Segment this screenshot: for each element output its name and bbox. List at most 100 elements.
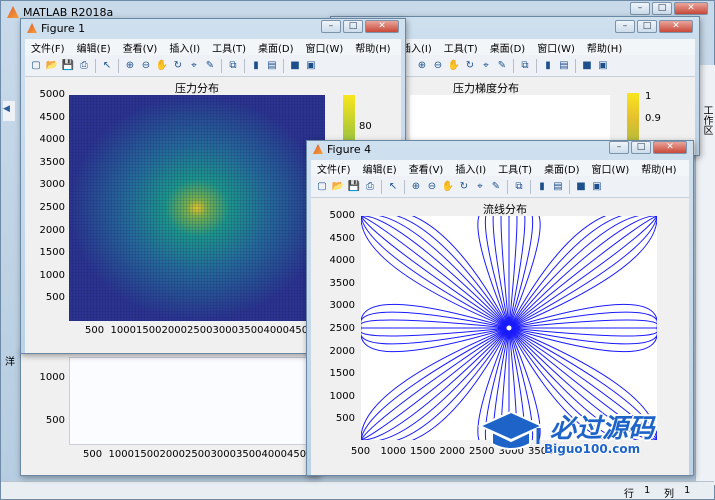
data-cursor-icon[interactable]: ⌖ — [479, 59, 493, 73]
menu-item[interactable]: 桌面(D) — [252, 40, 300, 55]
menu-item[interactable]: 编辑(E) — [71, 40, 117, 55]
x-tick-label: 1000 — [108, 449, 134, 460]
menu-item[interactable]: 帮助(H) — [581, 40, 628, 55]
y-tick-label: 5000 — [329, 210, 355, 221]
menu-item[interactable]: 工具(T) — [438, 40, 484, 55]
link-icon[interactable]: ⧉ — [226, 59, 240, 73]
zoom-out-icon[interactable]: ⊖ — [431, 59, 445, 73]
pan-icon[interactable]: ✋ — [441, 180, 455, 194]
new-figure-icon[interactable]: ▢ — [29, 59, 43, 73]
link-icon[interactable]: ⧉ — [512, 180, 526, 194]
legend-icon[interactable]: ▤ — [557, 59, 571, 73]
zoom-in-icon[interactable]: ⊕ — [123, 59, 137, 73]
figure1-toolbar: ▢ 📂 💾 ⎙ ↖ ⊕ ⊖ ✋ ↻ ⌖ ✎ ⧉ ▮ ▤ ■ ▣ — [25, 55, 401, 77]
menu-item[interactable]: 桌面(D) — [484, 40, 532, 55]
legend-icon[interactable]: ▤ — [551, 180, 565, 194]
workspace-tab-label[interactable]: 工作区 — [699, 105, 714, 135]
menu-item[interactable]: 查看(V) — [403, 161, 450, 176]
save-icon[interactable]: 💾 — [347, 180, 361, 194]
close-button[interactable]: ✕ — [674, 2, 708, 15]
x-tick-label: 500 — [83, 449, 103, 460]
x-tick-label: 3500 — [236, 449, 262, 460]
y-tick-label: 500 — [45, 292, 65, 304]
graduation-cap-icon — [478, 410, 544, 450]
rotate-icon[interactable]: ↻ — [171, 59, 185, 73]
status-col-label: 列 — [664, 489, 674, 500]
y-tick-label: 500 — [45, 415, 65, 426]
menu-item[interactable]: 窗口(W) — [586, 161, 636, 176]
collapse-arrow-icon[interactable]: ◀ — [3, 101, 15, 121]
watermark-text: 必过源码 — [550, 414, 655, 444]
y-tick-label: 4500 — [39, 111, 65, 123]
brush-icon[interactable]: ✎ — [495, 59, 509, 73]
minimize-button[interactable]: – — [321, 20, 341, 33]
figure4-toolbar: ▢ 📂 💾 ⎙ ↖ ⊕ ⊖ ✋ ↻ ⌖ ✎ ⧉ ▮ ▤ ■ ▣ — [311, 176, 689, 198]
maximize-button[interactable]: □ — [631, 141, 651, 154]
show-plot-tools-icon[interactable]: ▣ — [590, 180, 604, 194]
colorbar-icon[interactable]: ▮ — [249, 59, 263, 73]
watermark-logo: 必过源码 Biguo100.com — [478, 408, 678, 466]
pan-icon[interactable]: ✋ — [447, 59, 461, 73]
brush-icon[interactable]: ✎ — [203, 59, 217, 73]
maximize-button[interactable]: □ — [343, 20, 363, 33]
zoom-out-icon[interactable]: ⊖ — [425, 180, 439, 194]
minimize-button[interactable]: – — [630, 2, 650, 15]
menu-item[interactable]: 窗口(W) — [300, 40, 350, 55]
pressure-heatmap — [69, 95, 325, 321]
menu-item[interactable]: 桌面(D) — [538, 161, 586, 176]
maximize-button[interactable]: □ — [637, 20, 657, 33]
edit-plot-icon[interactable]: ↖ — [100, 59, 114, 73]
print-icon[interactable]: ⎙ — [363, 180, 377, 194]
show-plot-tools-icon[interactable]: ▣ — [304, 59, 318, 73]
minimize-button[interactable]: – — [615, 20, 635, 33]
menu-item[interactable]: 文件(F) — [311, 161, 357, 176]
brush-icon[interactable]: ✎ — [489, 180, 503, 194]
rotate-icon[interactable]: ↻ — [457, 180, 471, 194]
colorbar-icon[interactable]: ▮ — [541, 59, 555, 73]
zoom-in-icon[interactable]: ⊕ — [409, 180, 423, 194]
figure3-window[interactable]: 1000 500 500 1000 1500 2000 2500 3000 3500 4000… — [20, 348, 320, 476]
hide-plot-tools-icon[interactable]: ■ — [580, 59, 594, 73]
colorbar-icon[interactable]: ▮ — [535, 180, 549, 194]
print-icon[interactable]: ⎙ — [77, 59, 91, 73]
maximize-button[interactable]: □ — [652, 2, 672, 15]
menu-item[interactable]: 工具(T) — [206, 40, 252, 55]
y-tick-label: 1000 — [39, 269, 65, 281]
data-cursor-icon[interactable]: ⌖ — [473, 180, 487, 194]
open-file-icon[interactable]: 📂 — [45, 59, 59, 73]
hide-plot-tools-icon[interactable]: ■ — [288, 59, 302, 73]
hide-plot-tools-icon[interactable]: ■ — [574, 180, 588, 194]
pan-icon[interactable]: ✋ — [155, 59, 169, 73]
y-tick-label: 1000 — [329, 390, 355, 402]
menu-item[interactable]: 编辑(E) — [357, 161, 403, 176]
menu-item[interactable]: 窗口(W) — [531, 40, 581, 55]
figure4-window-controls: – □ ✕ — [609, 141, 687, 154]
x-tick-label: 4000 — [263, 325, 289, 336]
new-figure-icon[interactable]: ▢ — [315, 180, 329, 194]
y-tick-label: 4000 — [39, 134, 65, 146]
rotate-icon[interactable]: ↻ — [463, 59, 477, 73]
close-button[interactable]: ✕ — [653, 141, 687, 154]
menu-item[interactable]: 查看(V) — [117, 40, 164, 55]
close-button[interactable]: ✕ — [365, 20, 399, 33]
menu-item[interactable]: 插入(I) — [449, 161, 492, 176]
save-icon[interactable]: 💾 — [61, 59, 75, 73]
menu-item[interactable]: 帮助(H) — [349, 40, 396, 55]
zoom-in-icon[interactable]: ⊕ — [415, 59, 429, 73]
menu-item[interactable]: 帮助(H) — [635, 161, 682, 176]
menu-item[interactable]: 插入(I) — [163, 40, 206, 55]
edit-plot-icon[interactable]: ↖ — [386, 180, 400, 194]
minimize-button[interactable]: – — [609, 141, 629, 154]
open-file-icon[interactable]: 📂 — [331, 180, 345, 194]
zoom-out-icon[interactable]: ⊖ — [139, 59, 153, 73]
data-cursor-icon[interactable]: ⌖ — [187, 59, 201, 73]
show-plot-tools-icon[interactable]: ▣ — [596, 59, 610, 73]
menu-item[interactable]: 工具(T) — [492, 161, 538, 176]
menu-item[interactable]: 文件(F) — [25, 40, 71, 55]
figure1-title: Figure 1 — [41, 21, 86, 35]
figure2-window-controls: – □ ✕ — [615, 20, 693, 33]
y-tick-label: 1500 — [39, 247, 65, 259]
link-icon[interactable]: ⧉ — [518, 59, 532, 73]
legend-icon[interactable]: ▤ — [265, 59, 279, 73]
close-button[interactable]: ✕ — [659, 20, 693, 33]
